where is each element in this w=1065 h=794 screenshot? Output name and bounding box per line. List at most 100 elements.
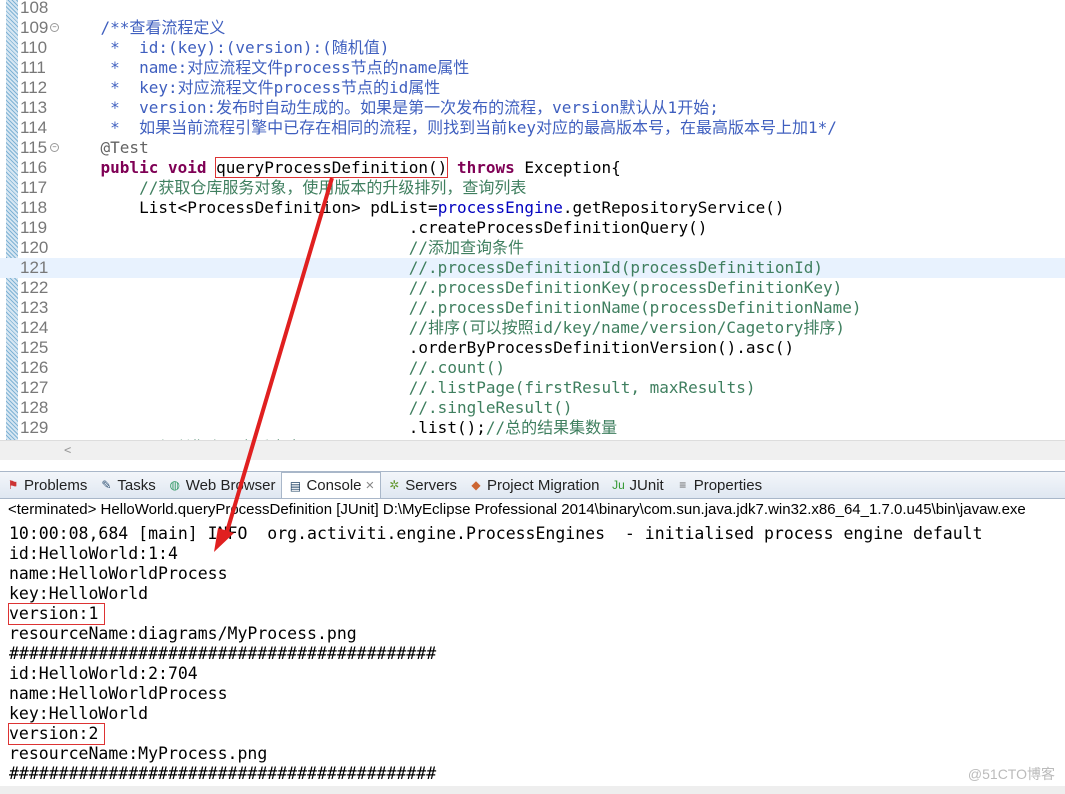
code-line[interactable]: 114 * 如果当前流程引擎中已存在相同的流程，则找到当前key对应的最高版本号…: [0, 118, 1065, 138]
line-number: 110: [20, 38, 48, 57]
tab-label: Problems: [24, 476, 88, 494]
console-line: ########################################…: [9, 764, 983, 784]
fold-toggle-icon[interactable]: −: [50, 23, 59, 32]
code-line[interactable]: 124 //排序(可以按照id/key/name/version/Cagetor…: [0, 318, 1065, 338]
tab-label: Project Migration: [486, 476, 600, 494]
console-line: version:1: [7, 603, 983, 625]
code-line[interactable]: 112 * key:对应流程文件process节点的id属性: [0, 78, 1065, 98]
fold-toggle-icon[interactable]: −: [50, 143, 59, 152]
line-number: 111: [20, 58, 46, 77]
code-text: //.count(): [62, 358, 505, 378]
code-token: //.singleResult(): [62, 398, 573, 417]
code-text: * name:对应流程文件process节点的name属性: [62, 58, 469, 78]
code-text: .orderByProcessDefinitionVersion().asc(): [62, 338, 794, 358]
code-token: * name:对应流程文件process节点的name属性: [62, 58, 470, 77]
console-text: resourceName:MyProcess.png: [9, 744, 268, 763]
tab-console[interactable]: ▤ Console ×: [281, 472, 382, 498]
code-token: //.listPage(firstResult, maxResults): [62, 378, 756, 397]
console-line: id:HelloWorld:1:4: [9, 544, 983, 564]
tab-tasks[interactable]: ✎ Tasks: [93, 472, 161, 498]
code-line[interactable]: 127 //.listPage(firstResult, maxResults): [0, 378, 1065, 398]
code-token: .getRepositoryService(): [562, 198, 785, 217]
code-text: //.processDefinitionId(processDefinition…: [62, 258, 823, 278]
tab-junit[interactable]: Ju JUnit: [606, 472, 670, 498]
tab-project-migration[interactable]: ◆ Project Migration: [463, 472, 606, 498]
console-line: key:HelloWorld: [9, 704, 983, 724]
code-line[interactable]: 108: [0, 0, 1065, 18]
code-text: //.processDefinitionKey(processDefinitio…: [62, 278, 842, 298]
line-number: 108: [20, 0, 49, 17]
code-line[interactable]: 125 .orderByProcessDefinitionVersion().a…: [0, 338, 1065, 358]
console-line: ########################################…: [9, 644, 983, 664]
line-number: 128: [20, 398, 49, 417]
tab-properties[interactable]: ≡ Properties: [670, 472, 768, 498]
console-line: resourceName:diagrams/MyProcess.png: [9, 624, 983, 644]
editor-horizontal-scrollbar[interactable]: <: [0, 440, 1065, 460]
line-number: 114: [20, 118, 48, 137]
console-line: resourceName:MyProcess.png: [9, 744, 983, 764]
code-token: .orderByProcessDefinitionVersion().asc(): [62, 338, 795, 357]
properties-icon: ≡: [679, 478, 687, 492]
tab-label: Tasks: [117, 476, 156, 494]
code-line[interactable]: 117 //获取仓库服务对象，使用版本的升级排列，查询列表: [0, 178, 1065, 198]
code-token: //.processDefinitionName(processDefiniti…: [62, 298, 862, 317]
code-line[interactable]: 128 //.singleResult(): [0, 398, 1065, 418]
code-token: //.count(): [62, 358, 506, 377]
code-line[interactable]: 109− /**查看流程定义: [0, 18, 1065, 38]
line-number: 112: [20, 78, 48, 97]
code-token: //添加查询条件: [62, 238, 525, 257]
watermark: @51CTO博客: [967, 766, 1055, 782]
line-number: 123: [20, 298, 49, 317]
code-text: //添加查询条件: [62, 238, 524, 258]
line-number: 124: [20, 318, 49, 337]
tasks-icon: ✎: [101, 478, 112, 492]
code-line[interactable]: 110 * id:(key):(version):(随机值): [0, 38, 1065, 58]
tab-web-browser[interactable]: ◍ Web Browser: [162, 472, 282, 498]
tab-label: Servers: [405, 476, 457, 494]
line-number: 127: [20, 378, 49, 397]
console-line: id:HelloWorld:2:704: [9, 664, 983, 684]
code-token: //获取仓库服务对象，使用版本的升级排列，查询列表: [62, 178, 527, 197]
code-line[interactable]: 115− @Test: [0, 138, 1065, 158]
code-line[interactable]: 121 //.processDefinitionId(processDefini…: [0, 258, 1065, 278]
code-text: List<ProcessDefinition> pdList=processEn…: [62, 198, 784, 218]
view-tab-bar: ⚑ Problems ✎ Tasks ◍ Web Browser ▤ Console × ✲ Ser…: [0, 471, 1065, 499]
code-line[interactable]: 123 //.processDefinitionName(processDefi…: [0, 298, 1065, 318]
close-icon[interactable]: ×: [366, 477, 375, 494]
line-number: 116: [20, 158, 48, 177]
tab-label: Properties: [693, 476, 763, 494]
console-line: 10:00:08,684 [main] INFO org.activiti.en…: [9, 524, 983, 544]
line-number: 126: [20, 358, 49, 377]
code-line[interactable]: 111 * name:对应流程文件process节点的name属性: [0, 58, 1065, 78]
junit-icon: Ju: [612, 478, 625, 492]
tab-problems[interactable]: ⚑ Problems: [0, 472, 93, 498]
console-text: name:HelloWorldProcess: [9, 684, 228, 703]
code-line[interactable]: 118 List<ProcessDefinition> pdList=proce…: [0, 198, 1065, 218]
code-text: .list();//总的结果集数量: [62, 418, 617, 438]
console-horizontal-scrollbar[interactable]: [0, 786, 1065, 794]
scroll-left-icon[interactable]: <: [64, 443, 71, 457]
code-token: .createProcessDefinitionQuery(): [62, 218, 708, 237]
console-text: 10:00:08,684 [main] INFO org.activiti.en…: [9, 524, 983, 543]
code-line[interactable]: 126 //.count(): [0, 358, 1065, 378]
console-line: version:2: [7, 723, 983, 745]
code-line[interactable]: 113 * version:发布时自动生成的。如果是第一次发布的流程，versi…: [0, 98, 1065, 118]
globe-icon: ◍: [169, 478, 180, 492]
code-token: * id:(key):(version):(随机值): [62, 38, 390, 57]
tab-servers[interactable]: ✲ Servers: [381, 472, 463, 498]
highlighted-version: version:1: [7, 603, 106, 625]
code-token: Exception{: [514, 158, 621, 177]
code-line[interactable]: 122 //.processDefinitionKey(processDefin…: [0, 278, 1065, 298]
line-number: 119: [20, 218, 48, 237]
code-line[interactable]: 120 //添加查询条件: [0, 238, 1065, 258]
code-text: //获取仓库服务对象，使用版本的升级排列，查询列表: [62, 178, 526, 198]
code-text: .createProcessDefinitionQuery(): [62, 218, 708, 238]
console-icon: ▤: [289, 478, 302, 493]
console-launch-path: <terminated> HelloWorld.queryProcessDefi…: [8, 501, 1026, 518]
code-editor[interactable]: 108 109− /**查看流程定义 110 * id:(key):(version…: [0, 0, 1065, 440]
tab-label: Web Browser: [185, 476, 276, 494]
code-token: queryProcessDefinition(): [215, 157, 449, 178]
code-line[interactable]: 119 .createProcessDefinitionQuery(): [0, 218, 1065, 238]
code-line[interactable]: 129 .list();//总的结果集数量: [0, 418, 1065, 438]
code-line[interactable]: 116 public void queryProcessDefinition()…: [0, 157, 1065, 178]
